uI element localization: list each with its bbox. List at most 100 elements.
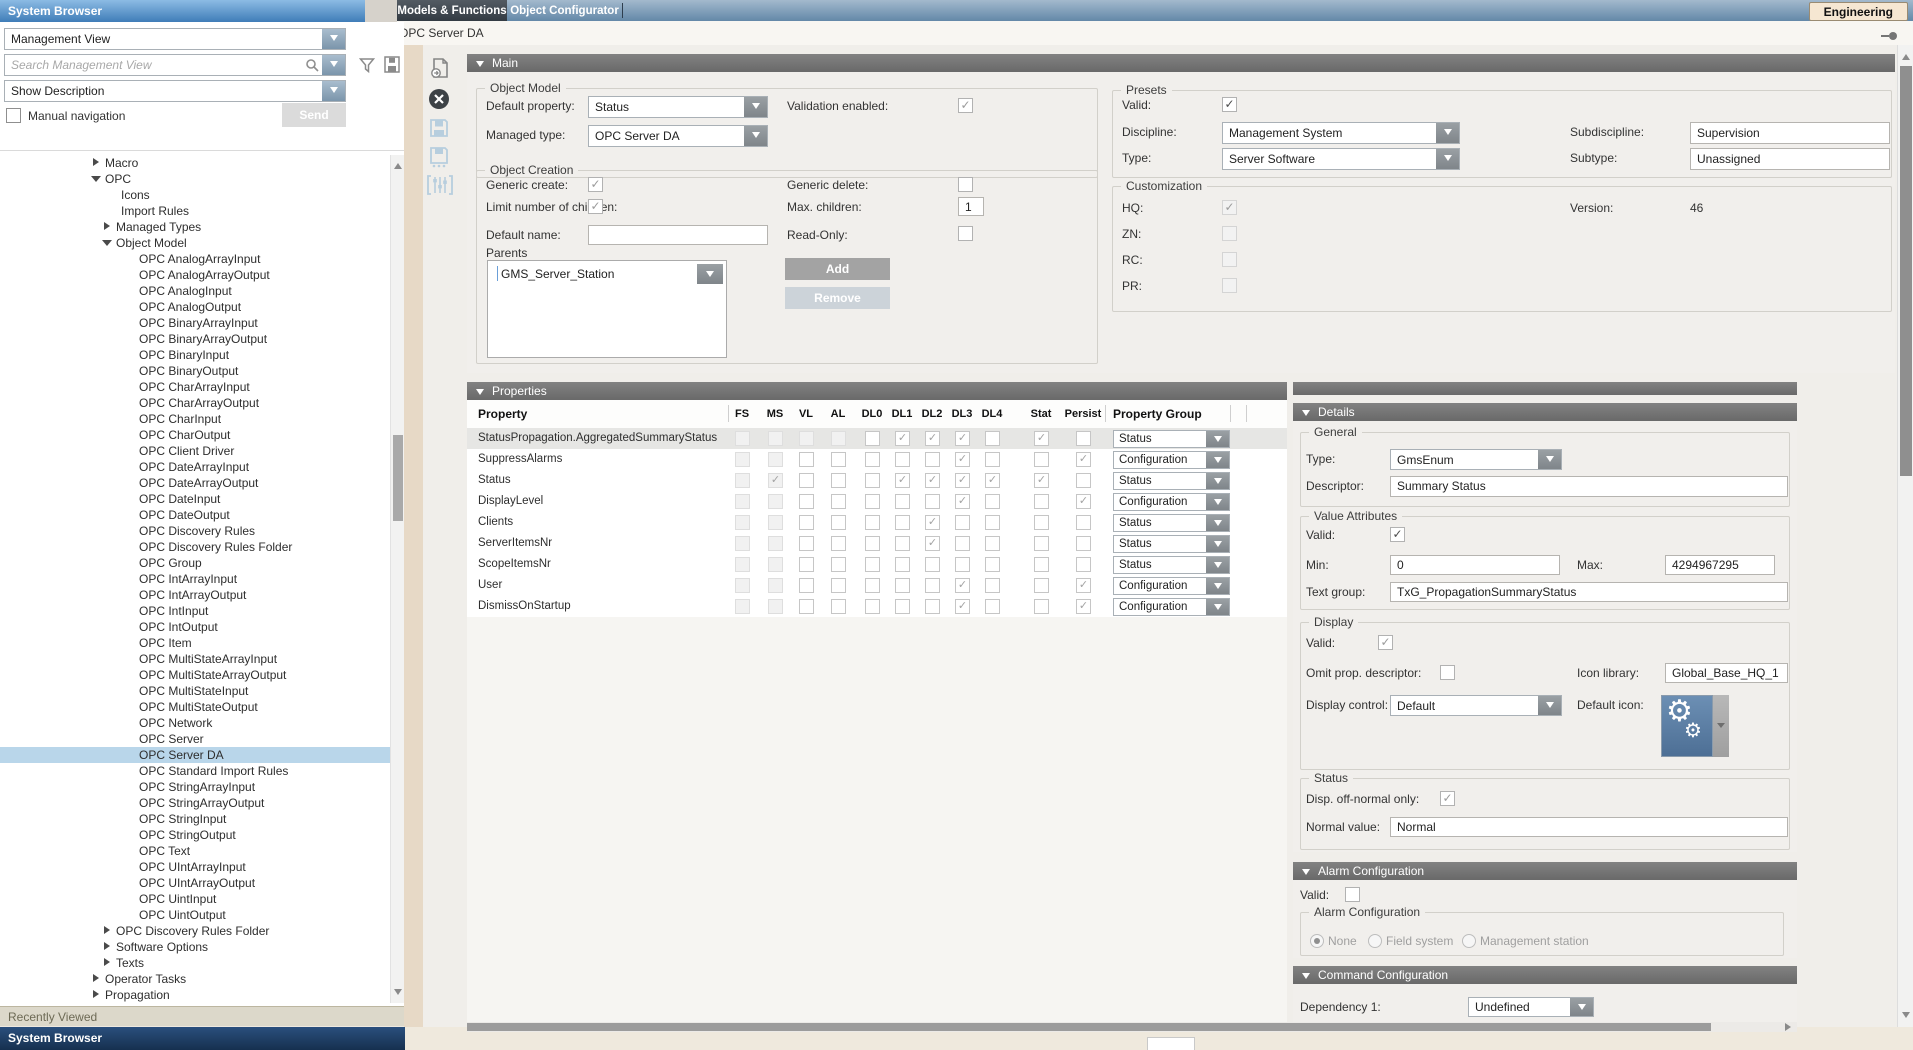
pin-icon[interactable] — [1881, 32, 1897, 40]
property-checkbox-VL[interactable] — [799, 536, 814, 551]
property-checkbox-Stat[interactable] — [1034, 515, 1049, 530]
property-checkbox-DL1[interactable] — [895, 578, 910, 593]
tree-item[interactable]: OPC IntArrayOutput — [0, 587, 390, 603]
column-header-property-group[interactable]: Property Group — [1113, 407, 1202, 421]
tree-scrollbar[interactable] — [390, 155, 405, 1003]
property-group-select[interactable]: Status — [1113, 535, 1230, 553]
default-name-input[interactable] — [588, 225, 768, 245]
collapsed-arrow-icon[interactable] — [92, 158, 101, 168]
chevron-down-icon[interactable] — [1206, 599, 1229, 615]
column-header-DL4[interactable]: DL4 — [982, 408, 1003, 420]
property-group-select[interactable]: Status — [1113, 556, 1230, 574]
column-header-DL2[interactable]: DL2 — [922, 408, 943, 420]
tree-item[interactable]: OPC StringArrayInput — [0, 779, 390, 795]
property-checkbox-DL3[interactable] — [955, 494, 970, 509]
tree-item[interactable]: OPC StringOutput — [0, 827, 390, 843]
property-checkbox-DL0[interactable] — [865, 452, 880, 467]
property-checkbox-Stat[interactable] — [1034, 536, 1049, 551]
property-checkbox-DL4[interactable] — [985, 473, 1000, 488]
chevron-down-icon[interactable] — [1538, 450, 1561, 469]
icon-library-input[interactable]: Global_Base_HQ_1 — [1665, 663, 1788, 683]
description-selector[interactable]: Show Description — [4, 80, 346, 102]
tree-item[interactable]: OPC BinaryInput — [0, 347, 390, 363]
view-selector[interactable]: Management View — [4, 28, 346, 50]
property-checkbox-Stat[interactable] — [1034, 431, 1049, 446]
property-checkbox-VL[interactable] — [799, 557, 814, 572]
tree-item[interactable]: OPC CharArrayOutput — [0, 395, 390, 411]
property-checkbox-DL4[interactable] — [985, 515, 1000, 530]
property-checkbox-DL4[interactable] — [985, 536, 1000, 551]
property-checkbox-DL1[interactable] — [895, 431, 910, 446]
chevron-down-icon[interactable] — [322, 55, 345, 75]
property-checkbox-AL[interactable] — [831, 536, 846, 551]
tree-scrollbar-thumb[interactable] — [393, 435, 403, 521]
subtype-field[interactable]: Unassigned — [1690, 148, 1890, 170]
dependency-select[interactable]: Undefined — [1468, 997, 1594, 1017]
property-checkbox-DL0[interactable] — [865, 494, 880, 509]
splitter[interactable] — [404, 45, 423, 1027]
details-section-header[interactable]: Details — [1293, 403, 1797, 421]
property-checkbox-DL3[interactable] — [955, 557, 970, 572]
chevron-down-icon[interactable] — [1436, 123, 1459, 143]
property-checkbox-DL3[interactable] — [955, 599, 970, 614]
column-header-DL3[interactable]: DL3 — [952, 408, 973, 420]
main-section-header[interactable]: Main — [467, 54, 1895, 72]
column-settings-icon[interactable] — [427, 175, 453, 200]
tree-item[interactable]: OPC CharArrayInput — [0, 379, 390, 395]
property-checkbox-DL4[interactable] — [985, 578, 1000, 593]
chevron-down-icon[interactable] — [1206, 536, 1229, 552]
property-checkbox-AL[interactable] — [831, 473, 846, 488]
normal-value-input[interactable]: Normal — [1390, 817, 1788, 837]
tree-item[interactable]: OPC Standard Import Rules — [0, 763, 390, 779]
tree-item[interactable]: OPC CharOutput — [0, 427, 390, 443]
vertical-scrollbar-thumb[interactable] — [1900, 66, 1912, 476]
property-row[interactable]: StatusPropagation.AggregatedSummaryStatu… — [467, 428, 1287, 449]
type-select[interactable]: Server Software — [1222, 148, 1460, 170]
chevron-down-icon[interactable] — [322, 29, 345, 49]
property-checkbox-DL4[interactable] — [985, 599, 1000, 614]
property-checkbox-Persist[interactable] — [1076, 431, 1091, 446]
chevron-down-icon[interactable] — [744, 97, 767, 117]
property-checkbox-DL0[interactable] — [865, 536, 880, 551]
manual-navigation-checkbox[interactable] — [6, 108, 21, 123]
tree-item[interactable]: OPC Discovery Rules Folder — [0, 923, 390, 939]
collapsed-arrow-icon[interactable] — [103, 222, 112, 232]
property-checkbox-DL4[interactable] — [985, 452, 1000, 467]
property-checkbox-Persist[interactable] — [1076, 557, 1091, 572]
property-group-select[interactable]: Status — [1113, 430, 1230, 448]
tree-item[interactable]: OPC Text — [0, 843, 390, 859]
omit-descriptor-checkbox[interactable] — [1440, 665, 1455, 680]
tab-models-functions[interactable]: Models & Functions — [397, 0, 507, 21]
chevron-down-icon[interactable] — [1206, 578, 1229, 594]
property-checkbox-DL0[interactable] — [865, 557, 880, 572]
property-checkbox-DL2[interactable] — [925, 473, 940, 488]
type-detail-select[interactable]: GmsEnum — [1390, 449, 1562, 470]
property-checkbox-DL3[interactable] — [955, 452, 970, 467]
tree-item[interactable]: Import Rules — [0, 203, 390, 219]
default-icon-dropdown[interactable] — [1713, 695, 1729, 757]
property-checkbox-Persist[interactable] — [1076, 536, 1091, 551]
tree-item[interactable]: OPC IntInput — [0, 603, 390, 619]
column-header-MS[interactable]: MS — [767, 408, 784, 420]
chevron-down-icon[interactable] — [1570, 998, 1593, 1016]
tree-item[interactable]: OPC MultiStateOutput — [0, 699, 390, 715]
property-row[interactable]: DisplayLevelConfiguration — [467, 491, 1287, 512]
property-checkbox-DL2[interactable] — [925, 536, 940, 551]
tree-item[interactable]: OPC UIntArrayInput — [0, 859, 390, 875]
horizontal-scrollbar[interactable] — [467, 1022, 1797, 1032]
column-header-DL1[interactable]: DL1 — [892, 408, 913, 420]
vertical-scrollbar[interactable] — [1897, 45, 1913, 1027]
search-input[interactable]: Search Management View — [4, 54, 346, 76]
tree-item[interactable]: OPC Server — [0, 731, 390, 747]
collapsed-arrow-icon[interactable] — [103, 926, 112, 936]
property-checkbox-DL2[interactable] — [925, 494, 940, 509]
property-checkbox-DL1[interactable] — [895, 452, 910, 467]
property-checkbox-AL[interactable] — [831, 452, 846, 467]
property-checkbox-DL0[interactable] — [865, 578, 880, 593]
read-only-checkbox[interactable] — [958, 226, 973, 241]
property-group-select[interactable]: Configuration — [1113, 451, 1230, 469]
discard-icon[interactable] — [428, 88, 450, 115]
property-checkbox-Persist[interactable] — [1076, 494, 1091, 509]
tree-item[interactable]: OPC Discovery Rules Folder — [0, 539, 390, 555]
property-group-select[interactable]: Status — [1113, 472, 1230, 490]
